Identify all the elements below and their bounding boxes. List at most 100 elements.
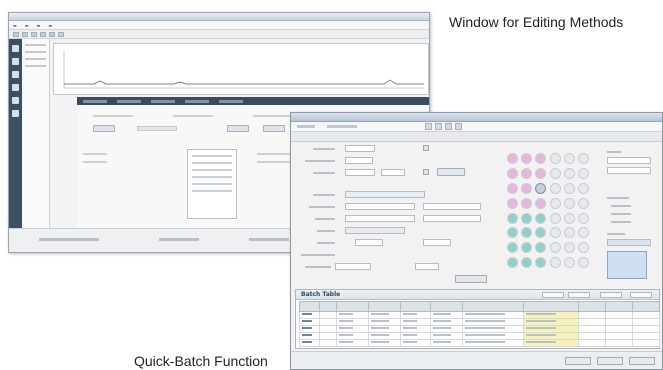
plate-well[interactable] bbox=[549, 197, 561, 209]
plate-well[interactable] bbox=[577, 167, 589, 179]
batch-table-button[interactable] bbox=[568, 292, 590, 298]
column-header[interactable] bbox=[368, 301, 402, 312]
parameter-button[interactable] bbox=[93, 125, 115, 132]
sample-field[interactable] bbox=[345, 227, 405, 234]
plate-well[interactable] bbox=[535, 257, 547, 269]
plate-well[interactable] bbox=[563, 242, 575, 254]
toolbar-button[interactable] bbox=[49, 31, 55, 37]
column-header[interactable] bbox=[318, 301, 337, 312]
plate-well[interactable] bbox=[535, 197, 547, 209]
batch-table-button[interactable] bbox=[600, 292, 622, 298]
plate-well[interactable] bbox=[507, 197, 518, 209]
dropdown-option[interactable] bbox=[192, 155, 232, 157]
plate-well[interactable] bbox=[549, 212, 561, 224]
toolbar-button[interactable] bbox=[22, 31, 28, 37]
settings-button[interactable] bbox=[437, 168, 465, 176]
column-header[interactable] bbox=[299, 301, 320, 312]
plate-well[interactable] bbox=[563, 153, 575, 164]
plate-well[interactable] bbox=[507, 227, 518, 239]
plate-well[interactable] bbox=[577, 257, 589, 269]
plate-well[interactable] bbox=[563, 182, 575, 194]
parameter-button[interactable] bbox=[263, 125, 285, 132]
sidebar-icon[interactable] bbox=[12, 84, 19, 91]
plate-well[interactable] bbox=[577, 212, 589, 224]
plate-well[interactable] bbox=[535, 153, 547, 164]
sample-field[interactable] bbox=[423, 203, 481, 210]
radio-option[interactable] bbox=[611, 213, 631, 215]
toolbar-button[interactable] bbox=[425, 123, 432, 130]
table-row[interactable] bbox=[299, 331, 661, 340]
parameter-field[interactable] bbox=[137, 126, 177, 131]
plate-well[interactable] bbox=[549, 153, 561, 164]
plate-well[interactable] bbox=[521, 227, 533, 239]
menu-glyph[interactable]: ▬ bbox=[13, 23, 17, 28]
menu-glyph[interactable]: ▬ bbox=[25, 23, 29, 28]
sample-field[interactable] bbox=[415, 263, 439, 270]
method-editor-title-bar[interactable] bbox=[9, 13, 429, 21]
sidebar-icon[interactable] bbox=[12, 45, 19, 52]
batch-table[interactable] bbox=[299, 301, 661, 348]
radio-option[interactable] bbox=[611, 221, 631, 223]
plate-well[interactable] bbox=[563, 227, 575, 239]
browse-icon[interactable] bbox=[423, 145, 429, 151]
table-row[interactable] bbox=[299, 310, 661, 319]
batch-table-button[interactable] bbox=[542, 292, 564, 298]
sidebar-icon[interactable] bbox=[12, 71, 19, 78]
sample-field[interactable] bbox=[423, 239, 451, 246]
sidebar-icon[interactable] bbox=[12, 58, 19, 65]
method-tab[interactable] bbox=[83, 99, 107, 103]
plate-well[interactable] bbox=[577, 153, 589, 164]
sample-field[interactable] bbox=[355, 239, 383, 246]
plate-well[interactable] bbox=[507, 153, 518, 164]
toolbar-button[interactable] bbox=[435, 123, 442, 130]
plate-well[interactable] bbox=[549, 167, 561, 179]
table-row[interactable] bbox=[299, 317, 661, 326]
toolbar-button[interactable] bbox=[40, 31, 46, 37]
sample-field[interactable] bbox=[423, 215, 481, 222]
tree-item[interactable] bbox=[25, 65, 46, 67]
table-row[interactable] bbox=[299, 338, 661, 348]
column-header[interactable] bbox=[604, 301, 633, 312]
dropdown-option[interactable] bbox=[192, 169, 232, 171]
table-row[interactable] bbox=[299, 324, 661, 333]
plate-well[interactable] bbox=[521, 182, 533, 194]
dialog-button[interactable] bbox=[629, 357, 655, 365]
plate-field[interactable] bbox=[607, 167, 651, 174]
menu-item[interactable] bbox=[327, 125, 357, 128]
plate-well[interactable] bbox=[535, 242, 547, 254]
toolbar-button[interactable] bbox=[31, 31, 37, 37]
method-tab[interactable] bbox=[185, 99, 209, 103]
menu-glyph[interactable]: ▬ bbox=[37, 23, 41, 28]
dropdown-option[interactable] bbox=[192, 162, 232, 164]
browse-icon[interactable] bbox=[423, 169, 429, 175]
data-explorer-tree[interactable] bbox=[22, 39, 50, 229]
menu-glyph[interactable]: ▬ bbox=[48, 23, 52, 28]
dropdown-option[interactable] bbox=[192, 176, 232, 178]
plate-well[interactable] bbox=[563, 212, 575, 224]
toolbar-button[interactable] bbox=[13, 31, 19, 37]
tree-item[interactable] bbox=[25, 51, 46, 53]
plate-well[interactable] bbox=[549, 242, 561, 254]
column-header[interactable] bbox=[577, 301, 606, 312]
plate-well[interactable] bbox=[549, 182, 561, 194]
column-header[interactable] bbox=[631, 301, 661, 312]
chromatogram-view[interactable] bbox=[53, 43, 429, 95]
dropdown-option[interactable] bbox=[192, 183, 232, 185]
plate-well[interactable] bbox=[507, 242, 518, 254]
plate-well[interactable] bbox=[535, 212, 547, 224]
batch-table-button[interactable] bbox=[630, 292, 652, 298]
plate-well[interactable] bbox=[535, 182, 547, 194]
dialog-button[interactable] bbox=[565, 357, 591, 365]
plate-well[interactable] bbox=[507, 182, 518, 194]
batch-editor-title-bar[interactable] bbox=[291, 113, 662, 122]
plate-well[interactable] bbox=[563, 257, 575, 269]
plate-well[interactable] bbox=[521, 197, 533, 209]
plate-well[interactable] bbox=[577, 182, 589, 194]
menu-item[interactable] bbox=[297, 125, 315, 128]
dropdown-list[interactable] bbox=[187, 149, 237, 219]
sample-type-select[interactable] bbox=[345, 191, 425, 198]
plate-well[interactable] bbox=[535, 227, 547, 239]
sample-field[interactable] bbox=[381, 169, 405, 176]
add-batch-button[interactable] bbox=[455, 275, 487, 283]
plate-well[interactable] bbox=[577, 242, 589, 254]
